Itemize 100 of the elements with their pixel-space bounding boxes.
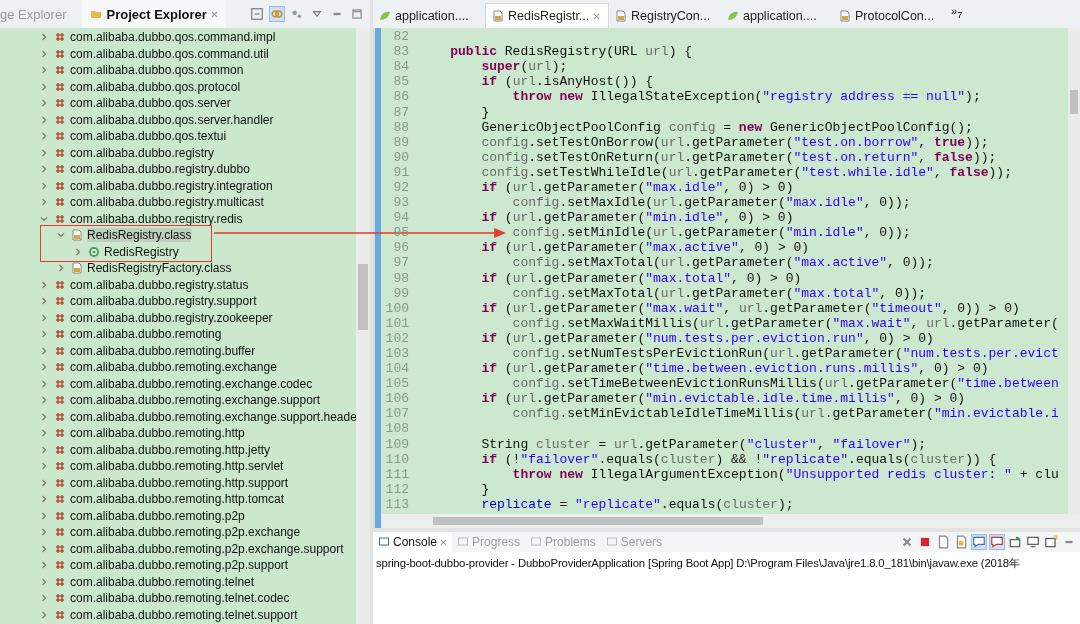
tree-item[interactable]: com.alibaba.dubbo.remoting.p2p.support xyxy=(70,558,289,573)
chevron-icon[interactable] xyxy=(40,148,48,157)
tree-item[interactable]: com.alibaba.dubbo.registry.multicast xyxy=(70,195,264,210)
more-tabs-indicator[interactable]: »$_{7}$ xyxy=(951,4,963,20)
tree-item[interactable]: com.alibaba.dubbo.remoting.exchange.support.heade xyxy=(70,409,356,424)
chevron-icon[interactable] xyxy=(40,379,48,388)
close-icon[interactable] xyxy=(210,10,218,18)
close-icon[interactable] xyxy=(593,12,601,20)
chevron-icon[interactable] xyxy=(40,462,48,471)
chevron-icon[interactable] xyxy=(40,363,48,372)
chevron-icon[interactable] xyxy=(40,396,48,405)
chevron-icon[interactable] xyxy=(40,594,48,603)
chevron-icon[interactable] xyxy=(40,511,48,520)
maximize-icon[interactable] xyxy=(350,7,364,21)
view-tab[interactable]: Project Explorer xyxy=(82,0,226,28)
tree-item[interactable]: RedisRegistryFactory.class xyxy=(87,261,232,276)
chevron-icon[interactable] xyxy=(40,330,48,339)
chevron-icon[interactable] xyxy=(40,577,48,586)
chevron-icon[interactable] xyxy=(40,429,48,438)
chevron-icon[interactable] xyxy=(40,313,48,322)
tree-item[interactable]: com.alibaba.dubbo.registry.dubbo xyxy=(70,162,250,177)
document-icon[interactable] xyxy=(954,535,968,549)
editor-tab[interactable]: RedisRegistr... xyxy=(485,3,609,28)
chevron-icon[interactable] xyxy=(40,132,48,141)
tree-item[interactable]: com.alibaba.dubbo.remoting.http.jetty xyxy=(70,442,271,457)
chevron-icon[interactable] xyxy=(40,412,48,421)
speech-bubble-icon[interactable] xyxy=(990,535,1004,549)
chevron-icon[interactable] xyxy=(40,445,48,454)
tree-item[interactable]: com.alibaba.dubbo.remoting.http.tomcat xyxy=(70,492,285,507)
chevron-icon[interactable] xyxy=(40,115,48,124)
monitor-icon[interactable] xyxy=(1026,535,1040,549)
document-icon[interactable] xyxy=(936,535,950,549)
speech-bubble-icon[interactable] xyxy=(972,535,986,549)
tree-item[interactable]: com.alibaba.dubbo.remoting.http.support xyxy=(70,475,289,490)
new-console-icon[interactable] xyxy=(1044,535,1058,549)
chevron-icon[interactable] xyxy=(40,165,48,174)
tree-item[interactable]: com.alibaba.dubbo.remoting.exchange.support xyxy=(70,393,321,408)
view-tab[interactable]: Console xyxy=(373,532,453,552)
tree-item[interactable]: com.alibaba.dubbo.remoting.telnet.codec xyxy=(70,591,290,606)
editor-tab[interactable]: application.... xyxy=(721,4,833,28)
chevron-icon[interactable] xyxy=(74,247,82,256)
close-icon[interactable] xyxy=(900,535,914,549)
chevron-icon[interactable] xyxy=(40,181,48,190)
line-number: 93 xyxy=(392,195,409,211)
chevron-icon[interactable] xyxy=(40,610,48,619)
tree-item[interactable]: com.alibaba.dubbo.qos.protocol xyxy=(70,79,241,94)
chevron-icon[interactable] xyxy=(40,346,48,355)
tree-item[interactable]: com.alibaba.dubbo.qos.server.handler xyxy=(70,112,274,127)
chevron-icon[interactable] xyxy=(40,214,48,223)
tree-item[interactable]: com.alibaba.dubbo.qos.command.impl xyxy=(70,30,276,45)
chevron-icon[interactable] xyxy=(40,561,48,570)
collapse-all-icon[interactable] xyxy=(250,7,264,21)
tree-item[interactable]: com.alibaba.dubbo.qos.command.util xyxy=(70,46,269,61)
tree-item[interactable]: com.alibaba.dubbo.qos.server xyxy=(70,96,231,111)
tree-item[interactable]: com.alibaba.dubbo.remoting.telnet xyxy=(70,574,255,589)
chevron-icon[interactable] xyxy=(40,297,48,306)
tree-item[interactable]: com.alibaba.dubbo.registry.status xyxy=(70,277,249,292)
tree-item[interactable]: com.alibaba.dubbo.remoting.p2p.exchange xyxy=(70,525,301,540)
chevron-icon[interactable] xyxy=(40,49,48,58)
editor-tab[interactable]: ProtocolCon... xyxy=(833,4,945,28)
chevron-icon[interactable] xyxy=(40,478,48,487)
tree-item[interactable]: com.alibaba.dubbo.remoting.exchange.codec xyxy=(70,376,313,391)
stop-icon[interactable] xyxy=(918,535,932,549)
editor-tab[interactable]: application.... xyxy=(373,4,485,28)
tree-item[interactable]: RedisRegistry xyxy=(104,244,179,259)
tree-item[interactable]: com.alibaba.dubbo.registry.redis xyxy=(70,211,243,226)
tree-item[interactable]: com.alibaba.dubbo.registry xyxy=(70,145,215,160)
chevron-icon[interactable] xyxy=(40,33,48,42)
chevron-icon[interactable] xyxy=(40,66,48,75)
chevron-icon[interactable] xyxy=(40,544,48,553)
tree-item[interactable]: com.alibaba.dubbo.registry.integration xyxy=(70,178,273,193)
chevron-icon[interactable] xyxy=(40,198,48,207)
tree-item[interactable]: com.alibaba.dubbo.registry.zookeeper xyxy=(70,310,273,325)
package-icon xyxy=(54,212,66,225)
tree-item[interactable]: com.alibaba.dubbo.qos.common xyxy=(70,63,244,78)
chevron-icon[interactable] xyxy=(40,495,48,504)
chevron-icon[interactable] xyxy=(57,231,65,240)
link-icon[interactable] xyxy=(270,7,284,21)
tree-item[interactable]: com.alibaba.dubbo.remoting.p2p xyxy=(70,508,245,523)
tree-item[interactable]: com.alibaba.dubbo.remoting.buffer xyxy=(70,343,256,358)
chevron-icon[interactable] xyxy=(57,264,65,273)
chevron-icon[interactable] xyxy=(40,99,48,108)
tree-item[interactable]: com.alibaba.dubbo.remoting.http xyxy=(70,426,245,441)
scrollbar[interactable] xyxy=(1068,28,1080,514)
tree-item[interactable]: com.alibaba.dubbo.registry.support xyxy=(70,294,257,309)
tree-item[interactable]: com.alibaba.dubbo.remoting.telnet.support xyxy=(70,607,298,622)
scrollbar[interactable] xyxy=(356,28,370,624)
tree-item[interactable]: RedisRegistry.class xyxy=(87,228,192,243)
tree-item[interactable]: com.alibaba.dubbo.remoting xyxy=(70,327,222,342)
chevron-icon[interactable] xyxy=(40,528,48,537)
tree-item[interactable]: com.alibaba.dubbo.qos.textui xyxy=(70,129,227,144)
scrollbar[interactable] xyxy=(381,514,1080,528)
chevron-icon[interactable] xyxy=(40,82,48,91)
tree-item[interactable]: com.alibaba.dubbo.remoting.p2p.exchange.support xyxy=(70,541,344,556)
tree-item[interactable]: com.alibaba.dubbo.remoting.exchange xyxy=(70,360,277,375)
chevron-icon[interactable] xyxy=(40,280,48,289)
tree-item[interactable]: com.alibaba.dubbo.remoting.http.servlet xyxy=(70,459,284,474)
code-line: if (url.getParameter("max.total", 0) > 0) xyxy=(480,270,802,286)
editor-tab[interactable]: RegistryCon... xyxy=(609,4,721,28)
close-icon[interactable] xyxy=(440,538,448,546)
